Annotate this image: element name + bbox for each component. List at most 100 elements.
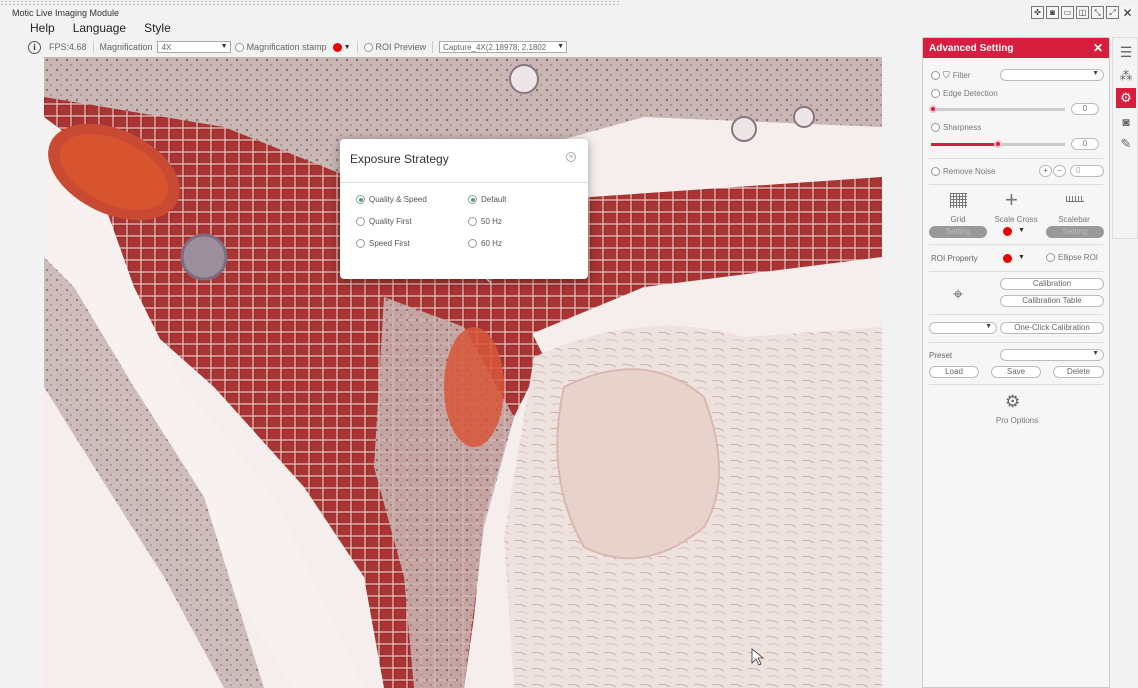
edge-detection-slider[interactable] xyxy=(929,105,1065,113)
slider-knob[interactable] xyxy=(994,140,1002,148)
menu-style[interactable]: Style xyxy=(144,21,171,35)
radio-default[interactable] xyxy=(468,195,477,204)
filter-row: ⛉ Filter xyxy=(931,70,971,81)
divider xyxy=(929,342,1103,343)
ellipse-roi-row: Ellipse ROI xyxy=(1046,253,1098,262)
sharpness-radio[interactable] xyxy=(931,123,940,132)
close-icon[interactable]: ✕ xyxy=(1093,41,1103,55)
slider-knob[interactable] xyxy=(929,105,937,113)
scalebar-icon[interactable] xyxy=(1066,196,1084,202)
roi-preview-radio[interactable] xyxy=(363,42,373,52)
noise-minus-button[interactable]: − xyxy=(1053,165,1066,177)
radio-60hz[interactable] xyxy=(468,239,477,248)
gears-icon[interactable]: ⚙ xyxy=(1116,88,1136,108)
preset-select[interactable]: ▼ xyxy=(1000,349,1104,361)
sharpness-slider[interactable] xyxy=(931,140,1065,148)
calibration-button[interactable]: Calibration xyxy=(1000,278,1104,290)
remove-noise-radio[interactable] xyxy=(931,167,940,176)
divider xyxy=(929,158,1103,159)
option-quality-first[interactable]: Quality First xyxy=(356,217,412,226)
divider xyxy=(929,314,1103,315)
noise-plus-button[interactable]: + xyxy=(1039,165,1052,177)
window-title: Motic Live Imaging Module xyxy=(12,8,120,18)
save-button[interactable]: Save xyxy=(991,366,1041,378)
filter-icon: ⛉ xyxy=(943,70,950,80)
chevron-down-icon: ▼ xyxy=(985,323,992,330)
split-view-icon[interactable]: ◫ xyxy=(1076,6,1089,19)
divider xyxy=(929,384,1103,385)
filter-radio[interactable] xyxy=(931,71,940,80)
option-50hz[interactable]: 50 Hz xyxy=(468,217,502,226)
option-label: Quality & Speed xyxy=(369,195,427,204)
chevron-down-icon[interactable]: ▼ xyxy=(1018,227,1025,234)
menu-help[interactable]: Help xyxy=(30,21,55,35)
pro-options-label[interactable]: Pro Options xyxy=(963,416,1071,425)
crosshair-icon[interactable]: ✜ xyxy=(1031,6,1044,19)
delete-button[interactable]: Delete xyxy=(1053,366,1104,378)
magnification-stamp-label: Magnification stamp xyxy=(246,42,327,52)
chevron-down-icon[interactable]: ▼ xyxy=(344,44,351,51)
capture-value: Capture_4X(2.18978, 2.1802 xyxy=(443,42,547,52)
ellipse-roi-radio[interactable] xyxy=(1046,253,1055,262)
radio-quality-speed[interactable] xyxy=(356,195,365,204)
divider xyxy=(929,184,1103,185)
gears-icon[interactable]: ⚙ xyxy=(1005,392,1020,412)
option-default[interactable]: Default xyxy=(468,195,506,204)
stamp-color-swatch[interactable] xyxy=(332,42,342,52)
maximize-icon[interactable]: ⤢ xyxy=(1106,6,1119,19)
grid-setting-button[interactable]: Setting xyxy=(929,226,987,238)
calibration-table-button[interactable]: Calibration Table xyxy=(1000,295,1104,307)
capture-select[interactable]: Capture_4X(2.18978, 2.1802 ▼ xyxy=(439,41,568,53)
filter-select[interactable]: ▼ xyxy=(1000,69,1104,81)
camera-icon[interactable]: ◙ xyxy=(1116,112,1136,132)
roi-color-swatch[interactable] xyxy=(1003,254,1012,263)
divider xyxy=(929,244,1103,245)
menu-language[interactable]: Language xyxy=(73,21,126,35)
exposure-strategy-dialog: Exposure Strategy ✕ Quality & Speed Qual… xyxy=(340,139,588,279)
scalebar-setting-button[interactable]: Setting xyxy=(1046,226,1104,238)
fps-readout: FPS:4.68 xyxy=(49,42,87,52)
single-view-icon[interactable]: ▭ xyxy=(1061,6,1074,19)
preset-label: Preset xyxy=(929,351,953,360)
edge-detection-value[interactable]: 0 xyxy=(1071,103,1099,115)
cross-color-swatch[interactable] xyxy=(1003,227,1012,236)
color-balls-icon[interactable]: ⁂ xyxy=(1116,66,1136,86)
menu-bar: Help Language Style xyxy=(0,20,1138,36)
radio-quality-first[interactable] xyxy=(356,217,365,226)
magnification-stamp-radio[interactable] xyxy=(234,42,244,52)
separator xyxy=(356,41,358,53)
load-button[interactable]: Load xyxy=(929,366,979,378)
grid-icon[interactable] xyxy=(950,193,967,208)
chevron-down-icon: ▼ xyxy=(557,43,565,50)
noise-value[interactable]: 0 xyxy=(1070,165,1104,177)
sharpness-label: Sharpness xyxy=(943,123,982,132)
cross-icon[interactable]: + xyxy=(1005,187,1018,213)
one-click-calibration-button[interactable]: One-Click Calibration xyxy=(1000,322,1104,334)
calibration-select[interactable]: ▼ xyxy=(929,322,997,334)
option-quality-speed[interactable]: Quality & Speed xyxy=(356,195,427,204)
remove-noise-label: Remove Noise xyxy=(943,167,996,176)
radio-speed-first[interactable] xyxy=(356,239,365,248)
chevron-down-icon: ▼ xyxy=(220,43,228,50)
divider xyxy=(340,182,588,183)
dialog-title: Exposure Strategy xyxy=(350,152,449,166)
edge-detection-radio[interactable] xyxy=(931,89,940,98)
option-speed-first[interactable]: Speed First xyxy=(356,239,410,248)
sharpness-value[interactable]: 0 xyxy=(1071,138,1099,150)
target-icon[interactable]: ⌖ xyxy=(953,284,963,305)
separator xyxy=(432,41,434,53)
option-label: 60 Hz xyxy=(481,239,502,248)
chevron-down-icon[interactable]: ▼ xyxy=(1018,254,1025,261)
close-icon[interactable]: ✕ xyxy=(566,152,576,162)
ruler-icon[interactable]: ✎ xyxy=(1116,134,1136,154)
sliders-icon[interactable]: ☰ xyxy=(1116,42,1136,62)
snapshot-icon[interactable]: ◙ xyxy=(1046,6,1059,19)
minimize-icon[interactable]: ⤡ xyxy=(1091,6,1104,19)
magnification-select[interactable]: 4X ▼ xyxy=(156,41,231,53)
close-icon[interactable]: ✕ xyxy=(1121,6,1134,20)
option-60hz[interactable]: 60 Hz xyxy=(468,239,502,248)
info-icon[interactable]: i xyxy=(28,40,41,54)
radio-50hz[interactable] xyxy=(468,217,477,226)
magnification-label: Magnification xyxy=(99,42,153,52)
edge-detection-row: Edge Detection xyxy=(931,89,998,98)
